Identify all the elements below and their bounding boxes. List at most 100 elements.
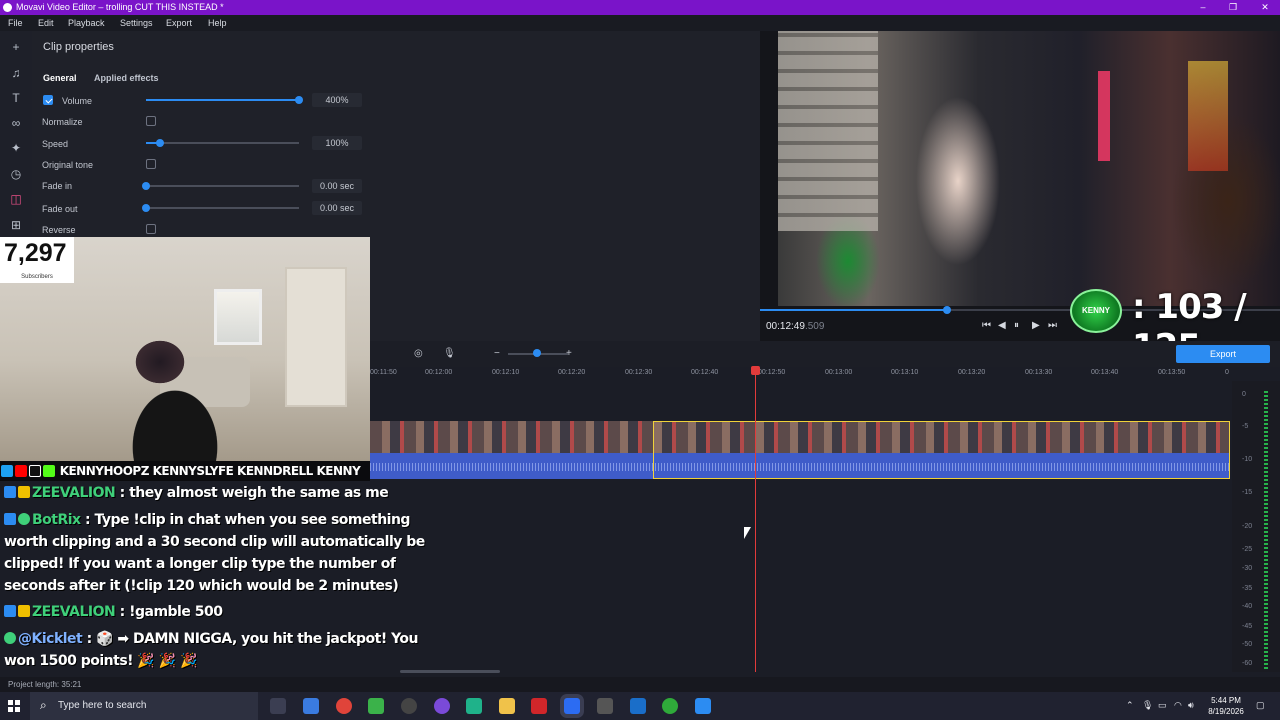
windows-taskbar: ⌕ Type here to search ⌃ 🎙︎ ▭ ◠ 🔊︎ 5:44 P… [0, 692, 1280, 720]
skip-end-icon[interactable]: ⏭ [1048, 320, 1057, 331]
step-back-icon[interactable]: ◀︎ [998, 320, 1006, 331]
zoom-in-icon[interactable]: + [566, 348, 572, 359]
chat-text-continued: worth clipping and a 30 second clip will… [4, 534, 425, 550]
fade-out-label: Fade out [42, 204, 78, 214]
network-icon[interactable]: ◠ [1174, 700, 1182, 711]
crown-badge-icon [18, 605, 30, 617]
volume-slider-knob[interactable] [295, 96, 303, 104]
microphone-tray-icon[interactable]: 🎙︎ [1142, 700, 1153, 711]
text-icon[interactable]: T [9, 91, 23, 105]
export-button[interactable]: Export [1176, 345, 1270, 363]
voicemeeter-icon[interactable] [531, 698, 547, 714]
video-frame[interactable] [778, 31, 1280, 306]
store-icon[interactable] [368, 698, 384, 714]
skip-start-icon[interactable]: ⏮ [982, 320, 991, 331]
social-handles: KENNYHOOPZ KENNYSLYFE KENNDRELL KENNY [59, 464, 361, 478]
task-view-icon[interactable] [270, 698, 286, 714]
timeline-ruler[interactable]: 00:11:50 00:12:00 00:12:10 00:12:20 00:1… [370, 367, 1230, 381]
menu-export[interactable]: Export [166, 15, 192, 31]
playhead-handle[interactable] [751, 366, 760, 375]
selected-clip-outline[interactable] [653, 421, 1230, 479]
original-tone-checkbox[interactable] [146, 159, 156, 169]
menu-settings[interactable]: Settings [120, 15, 153, 31]
windows-start-icon[interactable] [8, 700, 20, 712]
preview-progress-knob[interactable] [943, 306, 952, 314]
menu-file[interactable]: File [8, 15, 23, 31]
minimize-button[interactable]: – [1188, 0, 1218, 15]
chat-overlay: ZEEVALION : they almost weigh the same a… [0, 481, 425, 677]
volume-label: Volume [62, 96, 93, 106]
chat-text-continued: seconds after it (!clip 120 which would … [4, 578, 399, 594]
outlook-icon[interactable] [630, 698, 646, 714]
speed-slider-knob[interactable] [155, 139, 164, 147]
ruler-tick: 00:12:40 [691, 369, 719, 376]
volume-icon[interactable]: 🔊︎ [1188, 700, 1194, 711]
normalize-checkbox[interactable] [146, 116, 156, 126]
mouse-pointer-icon [744, 527, 751, 539]
record-icon[interactable]: ◎ [414, 348, 423, 359]
pause-icon[interactable]: ⏸ [1014, 320, 1019, 331]
chat-text: : !gamble 500 [119, 604, 223, 620]
more-tools-icon[interactable]: ⊞ [9, 218, 23, 232]
fade-out-value[interactable]: 0.00 sec [312, 201, 362, 215]
tab-applied-effects[interactable]: Applied effects [94, 73, 159, 83]
reverse-checkbox[interactable] [146, 224, 156, 234]
obs-icon[interactable] [401, 698, 417, 714]
movavi-taskbar-icon[interactable] [564, 698, 580, 714]
preview-panel: 00:12:49.509 ⏮ ◀︎ ⏸ ▶︎ ⏭ KENNY : 103 / 1… [760, 31, 1280, 367]
capcut-icon[interactable] [597, 698, 613, 714]
app-icon[interactable] [466, 698, 482, 714]
chat-username: ZEEVALION [32, 485, 116, 501]
pinned-app-icon[interactable] [695, 698, 711, 714]
timeline-horizontal-scrollbar[interactable] [400, 670, 500, 673]
plus-icon[interactable]: + [9, 40, 23, 54]
fade-in-slider-knob[interactable] [142, 182, 150, 190]
fade-out-slider[interactable] [142, 204, 299, 212]
timeline-area[interactable] [370, 381, 1230, 672]
fade-in-value[interactable]: 0.00 sec [312, 179, 362, 193]
meter-bar [1264, 391, 1268, 671]
zoom-out-icon[interactable]: − [494, 348, 500, 359]
xbox-icon[interactable] [662, 698, 678, 714]
menu-help[interactable]: Help [208, 15, 227, 31]
fade-out-slider-knob[interactable] [142, 204, 150, 212]
file-explorer-icon[interactable] [499, 698, 515, 714]
chrome-icon[interactable] [336, 698, 352, 714]
maximize-button[interactable]: ❐ [1218, 0, 1248, 15]
step-forward-icon[interactable]: ▶︎ [1032, 320, 1040, 331]
speed-slider[interactable] [146, 139, 299, 147]
volume-slider-fill [146, 99, 299, 101]
fade-in-slider[interactable] [142, 182, 299, 190]
ruler-tick: 00:11:50 [370, 369, 397, 376]
music-icon[interactable]: ♫ [9, 66, 23, 80]
project-length: Project length: 35:21 [8, 680, 82, 689]
magic-wand-icon[interactable]: ✦ [9, 141, 23, 155]
notifications-icon[interactable]: ▢ [1256, 700, 1265, 711]
movavi-app-icon [3, 3, 12, 12]
speed-value[interactable]: 100% [312, 136, 362, 150]
clock-icon[interactable]: ◷ [9, 167, 23, 181]
microphone-icon[interactable]: 🎙︎ [443, 348, 456, 359]
tab-general[interactable]: General [43, 73, 77, 83]
taskbar-search-box[interactable]: ⌕ Type here to search [30, 692, 258, 720]
chat-username: ZEEVALION [32, 604, 116, 620]
close-button[interactable]: ✕ [1250, 0, 1280, 15]
tray-chevron-icon[interactable]: ⌃ [1126, 700, 1134, 711]
ruler-tick: 00:13:00 [825, 369, 853, 376]
webcam-streamer [120, 337, 240, 461]
clip-properties-icon[interactable]: ◫ [9, 192, 23, 206]
kenny-logo-text: KENNY [1081, 306, 1110, 315]
clock-time: 5:44 PM [1211, 696, 1241, 705]
volume-checkbox[interactable] [43, 95, 53, 105]
discord-icon[interactable] [434, 698, 450, 714]
transitions-icon[interactable]: ∞ [9, 116, 23, 130]
menu-playback[interactable]: Playback [68, 15, 105, 31]
battery-icon[interactable]: ▭ [1158, 700, 1167, 711]
zoom-slider-knob[interactable] [533, 349, 541, 357]
copilot-icon[interactable] [303, 698, 319, 714]
menu-edit[interactable]: Edit [38, 15, 54, 31]
playhead-line[interactable] [755, 367, 756, 672]
taskbar-clock[interactable]: 5:44 PM 8/19/2026 [1202, 695, 1250, 717]
volume-slider[interactable] [146, 96, 303, 104]
volume-value[interactable]: 400% [312, 93, 362, 107]
